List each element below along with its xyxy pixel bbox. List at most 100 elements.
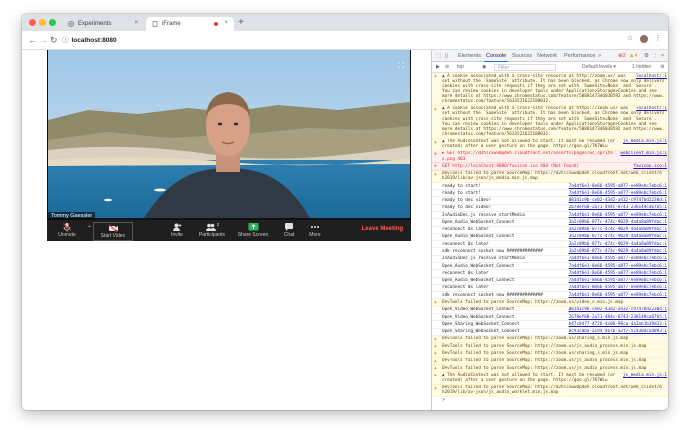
leave-meeting-button[interactable]: Leave Meeting bbox=[362, 226, 403, 232]
console-message[interactable]: ▲ DevTools failed to parse SourceMap: htt… bbox=[432, 384, 668, 397]
clear-console-icon[interactable]: ⊘ bbox=[445, 64, 449, 71]
console-message[interactable]: ⊗ ► GET https://d2hlcxwu0pdeh.cloudfront.… bbox=[432, 150, 668, 164]
address-bar[interactable]: ⓘ localhost:8080 bbox=[62, 34, 117, 47]
console-message[interactable]: ▲ ▲ A cookie associated with a cross-site… bbox=[432, 105, 668, 139]
unmute-button[interactable]: Unmute bbox=[47, 222, 87, 241]
console-sidebar-icon[interactable]: ▶ bbox=[436, 64, 440, 71]
fullscreen-icon[interactable] bbox=[397, 55, 405, 69]
console-source-link[interactable]: 7a4df6e1-8e66-4595-a877-ee89ebc7ebc6:1 bbox=[567, 184, 667, 189]
console-message[interactable]: ▲ ▲ The AudioContext was not allowed to s… bbox=[432, 138, 668, 151]
tab-experiments[interactable]: Experiments × bbox=[62, 17, 144, 31]
console-message[interactable]: Open_Sharing_WebSocket_Connect 8c93c0ba-a… bbox=[432, 329, 668, 336]
console-source-link[interactable]: 7a4df6e1-8e66-4595-a877-ee89ebc7ebc6:1 bbox=[567, 285, 667, 290]
reload-button[interactable]: ↻ bbox=[50, 35, 58, 45]
close-tab-icon[interactable]: × bbox=[224, 20, 228, 26]
console-message[interactable]: Open_Audio_WebSocket_Connect 3a2c09b6-877… bbox=[432, 219, 668, 227]
more-tabs-button[interactable]: » bbox=[598, 52, 601, 60]
devtools-menu-icon[interactable]: ⋮ bbox=[653, 52, 659, 60]
console-message[interactable]: JsAudioDec.js receive startMedia 7a4df6e1… bbox=[432, 212, 668, 220]
console-message[interactable]: Open_Audio_WebSocket_Connect 7a4df6e1-8e6… bbox=[432, 278, 668, 285]
console-message[interactable]: ▲ DevTools failed to parse SourceMap: htt… bbox=[432, 350, 668, 358]
console-source-link[interactable]: localhost/:1 bbox=[633, 73, 667, 79]
console-message[interactable]: Open_Sharing_WebSocket_Connect b47c0477-4… bbox=[432, 321, 668, 329]
console-message[interactable]: ▲ DevTools failed to parse SourceMap: htt… bbox=[432, 335, 668, 344]
console-message[interactable]: reconnect 0s later 7a4df6e1-8e66-4595-a87… bbox=[432, 270, 668, 278]
console-message[interactable]: ▲ DevTools failed to parse SourceMap: htt… bbox=[432, 343, 668, 351]
device-toolbar-icon[interactable]: ▯ bbox=[445, 52, 448, 60]
close-tab-icon[interactable]: × bbox=[134, 20, 138, 26]
console-message[interactable]: reconnect 0s later 3a2c09b6-877c-474c-902… bbox=[432, 227, 668, 234]
console-source-link[interactable]: 3a2c09b6-877c-474c-9029-4a4a8a89fdac:1 bbox=[567, 249, 667, 254]
console-message[interactable]: ready to start! 7a4df6e1-8e66-4595-a877-e… bbox=[432, 183, 668, 191]
tab-sources[interactable]: Sources bbox=[512, 52, 532, 60]
error-count-badge[interactable]: ⊗2 bbox=[618, 52, 626, 60]
console-source-link[interactable]: 8c93c0ba-a194-467b-a2f7-5c4304ca4093:1 bbox=[567, 329, 667, 334]
start-video-button[interactable]: Start Video bbox=[93, 222, 133, 241]
close-devtools-icon[interactable]: × bbox=[661, 52, 664, 60]
console-message[interactable]: ▲ DevTools failed to parse SourceMap: htt… bbox=[432, 299, 668, 307]
tab-console[interactable]: Console bbox=[483, 52, 509, 62]
participants-button[interactable]: 2 Participants bbox=[192, 222, 232, 241]
console-message[interactable]: sdk reconnect socket now ############## 7… bbox=[432, 292, 668, 300]
browser-menu-icon[interactable]: ⋮ bbox=[654, 35, 662, 43]
console-source-link[interactable]: 7a4df6e1-8e66-4595-a877-ee89ebc7ebc6:1 bbox=[567, 213, 667, 218]
console-message[interactable]: ready to start! 7a4df6e1-8e66-4595-a877-e… bbox=[432, 190, 668, 198]
console-message[interactable]: sdk reconnect socket now ############## 3… bbox=[432, 248, 668, 256]
console-source-link[interactable]: favicon.ico:1 bbox=[631, 163, 667, 169]
share-screen-button[interactable]: Share Screen bbox=[233, 222, 273, 241]
new-tab-button[interactable]: + bbox=[238, 17, 244, 28]
console-source-link[interactable]: 2678ef68-2a71-494c-8743-238149ca67b5:1 bbox=[567, 315, 667, 320]
console-message[interactable]: JsAudioDec.js receive startMedia 7a4df6e1… bbox=[432, 256, 668, 263]
console-source-link[interactable]: 081d1c9b-ce02-43d2-a432-c9747bd2230d:1 bbox=[567, 198, 667, 203]
audio-options-caret-icon[interactable]: ⌃ bbox=[87, 225, 92, 232]
settings-gear-icon[interactable]: ⚙ bbox=[644, 52, 649, 60]
tab-network[interactable]: Network bbox=[537, 52, 557, 60]
console-message[interactable]: ▲ DevTools failed to parse SourceMap: htt… bbox=[432, 357, 668, 365]
console-source-link[interactable]: 3a2c09b6-877c-474c-9029-4a4a8a89fdac:1 bbox=[567, 220, 667, 225]
inspect-element-icon[interactable]: ⬚ bbox=[436, 52, 441, 60]
console-message[interactable]: ▲ DevTools failed to parse SourceMap: htt… bbox=[432, 170, 668, 183]
tab-iframe[interactable]: iFrame × bbox=[146, 17, 234, 31]
console-source-link[interactable]: 7a4df6e1-8e66-4595-a877-ee89ebc7ebc6:1 bbox=[567, 256, 667, 261]
tab-elements[interactable]: Elements bbox=[458, 52, 481, 60]
avatar[interactable] bbox=[640, 35, 648, 43]
info-icon[interactable]: ⓘ bbox=[62, 37, 69, 44]
console-source-link[interactable]: b47c0477-4726-4c06-98ca-4a3ab1b39d33:1 bbox=[567, 322, 667, 327]
console-source-link[interactable]: 7a4df6e1-8e66-4595-a877-ee89ebc7ebc6:1 bbox=[567, 278, 667, 283]
forward-button[interactable]: → bbox=[39, 35, 48, 45]
console-source-link[interactable]: 7a4df6e1-8e66-4595-a877-ee89ebc7ebc6:1 bbox=[567, 191, 667, 196]
console-source-link[interactable]: 7a4df6e1-8e66-4595-a877-ee89ebc7ebc6:1 bbox=[567, 264, 667, 269]
console-message[interactable]: ▲ DevTools failed to parse SourceMap: htt… bbox=[432, 364, 668, 373]
console-message[interactable]: Open_Video_WebSocket_Connect 2678ef68-2a7… bbox=[432, 314, 668, 322]
invite-button[interactable]: Invite bbox=[157, 222, 197, 241]
back-button[interactable]: ← bbox=[28, 35, 37, 45]
console-source-link[interactable]: js_media.min.js:1 bbox=[621, 139, 667, 145]
console-source-link[interactable]: js_media.min.js:1 bbox=[621, 372, 667, 378]
console-prompt[interactable]: > bbox=[432, 397, 668, 404]
console-message[interactable]: Open_Video_WebSocket_Connect 081d1c9b-ce0… bbox=[432, 307, 668, 314]
console-message[interactable]: ⊗ GET http://localhost:8080/favicon.ico 4… bbox=[432, 163, 668, 171]
live-expression-eye-icon[interactable]: ◉ bbox=[482, 64, 486, 71]
console-source-link[interactable]: localhost/:1 bbox=[633, 106, 667, 112]
maximize-window-icon[interactable] bbox=[49, 19, 56, 26]
console-message[interactable]: ready to dec video! 081d1c9b-ce02-43d2-a4… bbox=[432, 197, 668, 205]
console-settings-gear-icon[interactable]: ⚙ bbox=[660, 64, 664, 71]
console-message[interactable]: ▲ ▲ The AudioContext was not allowed to s… bbox=[432, 372, 668, 385]
filter-input[interactable]: Filter bbox=[494, 64, 556, 71]
console-source-link[interactable]: 081d1c9b-ce02-43d2-a432-c9747bd2230d:1 bbox=[567, 307, 667, 312]
console-source-link[interactable]: webclient.min.js:1 bbox=[618, 151, 667, 157]
minimize-window-icon[interactable] bbox=[39, 19, 46, 26]
console-source-link[interactable]: 3a2c09b6-877c-474c-9029-4a4a8a89fdac:1 bbox=[567, 234, 667, 239]
console-message[interactable]: ▲ ▲ A cookie associated with a cross-site… bbox=[432, 73, 668, 106]
console-message[interactable]: reconnect 0s later 7a4df6e1-8e66-4595-a87… bbox=[432, 285, 668, 293]
more-button[interactable]: More bbox=[295, 222, 335, 241]
context-selector[interactable]: top bbox=[457, 64, 464, 71]
console-source-link[interactable]: 7a4df6e1-8e66-4595-a877-ee89ebc7ebc6:1 bbox=[567, 293, 667, 298]
log-levels-dropdown[interactable]: Default levels ▾ bbox=[582, 64, 616, 71]
console-message[interactable]: Open_Audio_WebSocket_Connect 7a4df6e1-8e6… bbox=[432, 263, 668, 271]
console-message[interactable]: Open_Audio_WebSocket_Connect 3a2c09b6-877… bbox=[432, 234, 668, 242]
star-icon[interactable]: ☆ bbox=[626, 35, 634, 43]
console-source-link[interactable]: 3a2c09b6-877c-474c-9029-4a4a8a89fdac:1 bbox=[567, 227, 667, 232]
warning-count-badge[interactable]: ▲4 bbox=[629, 52, 638, 60]
console-source-link[interactable]: 3a2c09b6-877c-474c-9029-4a4a8a89fdac:1 bbox=[567, 242, 667, 247]
